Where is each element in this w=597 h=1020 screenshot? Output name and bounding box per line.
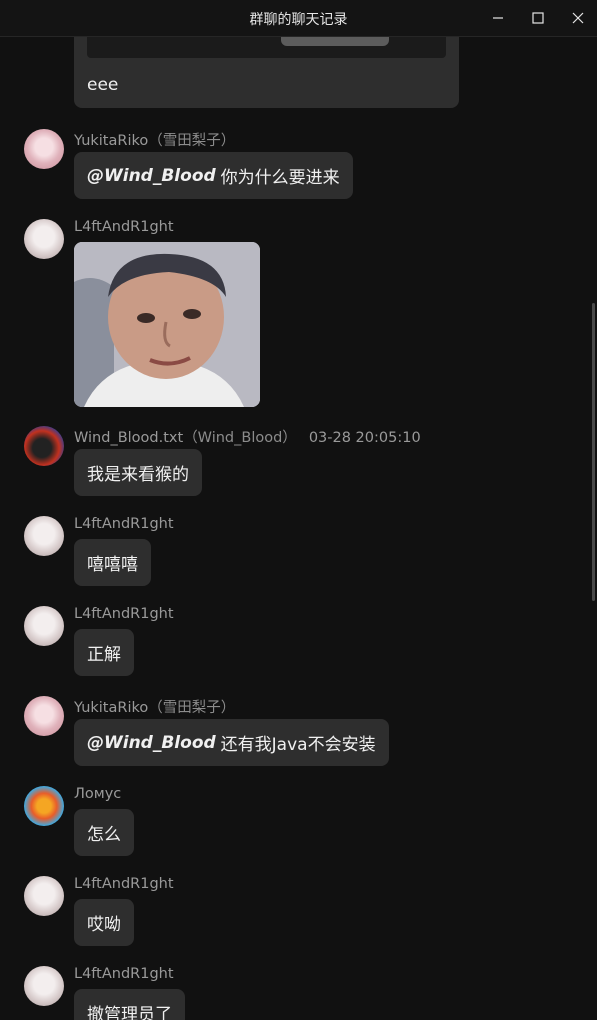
avatar-yukitariko[interactable] (24, 696, 64, 736)
scrollbar-thumb[interactable] (592, 303, 595, 601)
message-text: 怎么 (87, 825, 121, 845)
message-timestamp: 03-28 20:05:10 (308, 430, 421, 446)
message-text: 嘻嘻嘻 (87, 555, 138, 575)
quoted-image[interactable] (281, 37, 389, 46)
message-bubble[interactable]: 撤管理员了 (74, 989, 185, 1020)
avatar-l4ftandr1ght[interactable] (24, 516, 64, 556)
message-bubble-reply[interactable]: eee (74, 37, 459, 108)
message-text: 撤管理员了 (87, 1005, 172, 1020)
close-icon[interactable] (558, 0, 597, 36)
sender-name[interactable]: Ломус (74, 786, 121, 802)
message-bubble[interactable]: 怎么 (74, 809, 134, 856)
sender-nickname: YukitaRiko (74, 700, 149, 716)
message-bubble[interactable]: @Wind_Blood 还有我Java不会安装 (74, 719, 389, 766)
avatar-wind-blood[interactable] (24, 426, 64, 466)
message-text: 你为什么要进来 (220, 168, 340, 188)
chat-history[interactable]: eee YukitaRiko（雪田梨子） @Wind_Blood 你为什么要进来… (0, 37, 597, 1020)
message-bubble[interactable]: 哎呦 (74, 899, 134, 946)
sender-nickname: Wind_Blood.txt (74, 430, 184, 446)
message-bubble[interactable]: @Wind_Blood 你为什么要进来 (74, 152, 353, 199)
minimize-icon[interactable] (478, 0, 518, 36)
avatar-l4ftandr1ght[interactable] (24, 876, 64, 916)
sender-name[interactable]: L4ftAndR1ght (74, 606, 174, 622)
message-image[interactable] (74, 242, 260, 407)
mention-link[interactable]: @Wind_Blood (87, 733, 216, 753)
message-bubble[interactable]: 我是来看猴的 (74, 449, 202, 496)
message-bubble[interactable]: 嘻嘻嘻 (74, 539, 151, 586)
avatar-l4ftandr1ght[interactable] (24, 219, 64, 259)
quoted-message[interactable] (87, 37, 446, 58)
avatar-yukitariko[interactable] (24, 129, 64, 169)
sender-name[interactable]: YukitaRiko（雪田梨子） (74, 129, 235, 150)
sender-name[interactable]: L4ftAndR1ght (74, 516, 174, 532)
sender-name[interactable]: YukitaRiko（雪田梨子） (74, 696, 235, 717)
sender-nickname: YukitaRiko (74, 133, 149, 149)
title-bar: 群聊的聊天记录 (0, 0, 597, 37)
sender-alias: （雪田梨子） (148, 700, 236, 716)
sender-alias: （雪田梨子） (148, 133, 236, 149)
message-text: 哎呦 (87, 915, 121, 935)
sender-name[interactable]: L4ftAndR1ght (74, 966, 174, 982)
sender-alias: （Wind_Blood） (183, 430, 297, 446)
sender-name[interactable]: Wind_Blood.txt（Wind_Blood） 03-28 20:05:10 (74, 426, 421, 447)
mention-link[interactable]: @Wind_Blood (87, 166, 216, 186)
message-text: 我是来看猴的 (87, 465, 189, 485)
avatar-l4ftandr1ght[interactable] (24, 966, 64, 1006)
message-text: eee (87, 75, 119, 95)
scrollbar[interactable] (591, 37, 597, 1020)
avatar-lomus[interactable] (24, 786, 64, 826)
avatar-l4ftandr1ght[interactable] (24, 606, 64, 646)
sender-name[interactable]: L4ftAndR1ght (74, 876, 174, 892)
message-bubble[interactable]: 正解 (74, 629, 134, 676)
maximize-icon[interactable] (518, 0, 558, 36)
message-text: 还有我Java不会安装 (220, 735, 376, 755)
message-text: 正解 (87, 645, 121, 665)
sender-name[interactable]: L4ftAndR1ght (74, 219, 174, 235)
